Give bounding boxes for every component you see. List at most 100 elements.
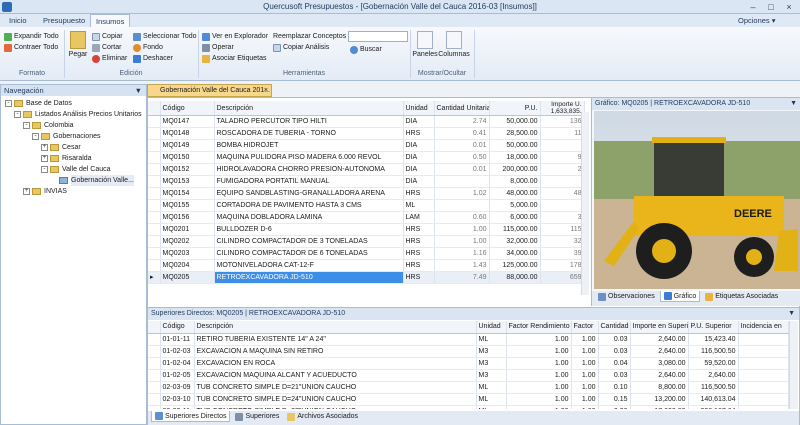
delete-button[interactable]: Eliminar <box>92 53 127 64</box>
cell-pu[interactable]: 28,500.00 <box>489 127 541 140</box>
cell-descripcion[interactable]: RETIRO TUBERIA EXISTENTE 14" A 24" <box>194 333 477 346</box>
cell-cantidad[interactable]: 1.00 <box>434 235 490 248</box>
cell-importe[interactable]: 178 <box>540 259 585 272</box>
cell-incidencia[interactable] <box>738 333 789 346</box>
pin-icon[interactable]: ▼ <box>788 308 795 320</box>
cell-cantidad[interactable]: 1.43 <box>434 259 490 272</box>
cell-unidad[interactable]: M3 <box>476 345 507 358</box>
cell-codigo[interactable]: MQ0149 <box>160 139 215 152</box>
column-header-factor[interactable]: Factor <box>571 321 599 334</box>
cell-factor[interactable]: 1.00 <box>571 381 599 394</box>
cell-cantidad[interactable]: 0.41 <box>434 127 490 140</box>
tree-item-database[interactable]: - Base de Datos <box>5 98 142 109</box>
row-indicator[interactable] <box>148 139 161 152</box>
cell-unidad[interactable]: DIA <box>403 115 435 128</box>
cell-codigo[interactable]: MQ0203 <box>160 247 215 260</box>
tab-archivos[interactable]: Archivos Asociados <box>284 411 361 422</box>
cell-importe-superior[interactable]: 2,640.00 <box>630 369 689 382</box>
cell-incidencia[interactable] <box>738 393 789 406</box>
cell-unidad[interactable]: HRS <box>403 127 435 140</box>
cell-descripcion[interactable]: MOTONIVELADORA CAT-12-F <box>214 259 404 272</box>
cell-importe[interactable]: 2 <box>540 163 585 176</box>
row-indicator[interactable] <box>148 333 161 346</box>
cell-importe[interactable]: 115 <box>540 223 585 236</box>
cell-descripcion[interactable]: RETROEXCAVADORA JD-510 <box>214 271 404 284</box>
cell-unidad[interactable]: DIA <box>403 151 435 164</box>
explorer-button[interactable]: Ver en Explorador <box>202 31 268 42</box>
search-button[interactable]: Buscar <box>350 44 382 55</box>
cell-codigo[interactable]: 01-02-05 <box>160 369 195 382</box>
cell-codigo[interactable]: MQ0156 <box>160 211 215 224</box>
main-grid-scrollbar[interactable] <box>581 112 589 295</box>
cell-factor[interactable]: 1.00 <box>571 393 599 406</box>
columns-button[interactable]: Columnas <box>438 31 470 58</box>
cell-pu[interactable]: 50,000.00 <box>489 115 541 128</box>
tree-item-listados[interactable]: - Listados Análisis Precios Unitarios <box>5 109 142 120</box>
cell-unidad[interactable]: ML <box>476 393 507 406</box>
cell-incidencia[interactable] <box>738 405 789 409</box>
cell-importe[interactable]: 9 <box>540 151 585 164</box>
cell-codigo[interactable]: MQ0155 <box>160 199 215 212</box>
cell-descripcion[interactable]: TUB CONCRETO SIMPLE D=27"UNION CAUCHO <box>194 405 477 409</box>
table-row[interactable]: MQ0201 BULLDOZER D-6 HRS 1.00 115,000.00 115 <box>148 223 585 236</box>
column-header-descripcion[interactable]: Descripción <box>194 321 477 334</box>
column-header-pu-superior[interactable]: P.U. Superior <box>688 321 739 334</box>
cell-unidad[interactable]: LAM <box>403 211 435 224</box>
cell-codigo[interactable]: 01-02-04 <box>160 357 195 370</box>
cell-codigo[interactable]: MQ0205 <box>160 271 215 284</box>
cell-unidad[interactable]: HRS <box>403 223 435 236</box>
document-tab[interactable]: Gobernación Valle del Cauca 201... × <box>147 84 272 97</box>
cell-cantidad[interactable]: 0.03 <box>598 369 631 382</box>
cell-codigo[interactable]: 01-01-11 <box>160 333 195 346</box>
select-all-button[interactable]: Seleccionar Todo <box>133 31 197 42</box>
row-indicator[interactable] <box>148 163 161 176</box>
cell-factor[interactable]: 1.00 <box>571 333 599 346</box>
cell-codigo[interactable]: 02-03-09 <box>160 381 195 394</box>
cell-unidad[interactable]: HRS <box>403 271 435 284</box>
cell-descripcion[interactable]: CILINDRO COMPACTADOR DE 6 TONELADAS <box>214 247 404 260</box>
cell-importe[interactable] <box>540 199 585 212</box>
cell-pu[interactable]: 8,000.00 <box>489 175 541 188</box>
minimize-button[interactable]: – <box>744 1 762 13</box>
cell-pu[interactable]: 18,000.00 <box>489 151 541 164</box>
table-row[interactable]: MQ0153 FUMIGADORA PORTATIL MANUAL DIA 8,000… <box>148 175 585 188</box>
cell-descripcion[interactable]: TUB CONCRETO SIMPLE D=24"UNION CAUCHO <box>194 393 477 406</box>
row-indicator[interactable]: ▸ <box>148 271 161 284</box>
cell-pu-superior[interactable]: 2,640.00 <box>688 369 739 382</box>
cell-importe[interactable]: 11 <box>540 127 585 140</box>
collapse-toggle-icon[interactable]: - <box>23 122 30 129</box>
cell-cantidad[interactable]: 0.01 <box>434 139 490 152</box>
cell-cantidad[interactable]: 0.04 <box>598 357 631 370</box>
cell-factor[interactable]: 1.00 <box>571 357 599 370</box>
cell-pu-superior[interactable]: 140,613.04 <box>688 393 739 406</box>
collapse-toggle-icon[interactable]: - <box>41 166 48 173</box>
cell-pu-superior[interactable]: 116,500.50 <box>688 381 739 394</box>
cell-importe[interactable] <box>540 139 585 152</box>
superiores-scrollbar[interactable] <box>789 321 798 409</box>
background-button[interactable]: Fondo <box>133 42 197 53</box>
table-row[interactable]: MQ0203 CILINDRO COMPACTADOR DE 6 TONELADA… <box>148 247 585 260</box>
cell-codigo[interactable]: MQ0148 <box>160 127 215 140</box>
table-row[interactable]: MQ0147 TALADRO PERCUTOR TIPO HILTI DIA 2.74… <box>148 115 585 128</box>
cell-incidencia[interactable] <box>738 369 789 382</box>
cell-descripcion[interactable]: BULLDOZER D-6 <box>214 223 404 236</box>
cell-factor-rendimiento[interactable]: 1.00 <box>506 381 572 394</box>
table-row[interactable]: 01-02-04 EXCAVACION EN ROCA M3 1.00 1.00 0.04… <box>148 357 789 370</box>
expand-toggle-icon[interactable]: + <box>41 144 48 151</box>
row-indicator[interactable] <box>148 211 161 224</box>
cell-importe[interactable]: 39 <box>540 247 585 260</box>
cell-descripcion[interactable]: EQUIPO SANDBLASTING-GRANALLADORA ARENA <box>214 187 404 200</box>
cell-factor[interactable]: 1.00 <box>571 369 599 382</box>
cell-codigo[interactable]: MQ0150 <box>160 151 215 164</box>
tree-item-colombia[interactable]: - Colombia <box>5 120 142 131</box>
collapse-toggle-icon[interactable]: - <box>5 100 12 107</box>
cell-codigo[interactable]: MQ0154 <box>160 187 215 200</box>
cell-cantidad[interactable]: 0.15 <box>598 393 631 406</box>
cell-codigo[interactable]: MQ0153 <box>160 175 215 188</box>
tree-item-invias[interactable]: + INVIAS <box>5 186 142 197</box>
column-header-unidad[interactable]: Unidad <box>403 101 435 116</box>
row-indicator[interactable] <box>148 235 161 248</box>
row-indicator[interactable] <box>148 381 161 394</box>
cell-pu-superior[interactable]: 116,500.50 <box>688 345 739 358</box>
cell-unidad[interactable]: ML <box>476 381 507 394</box>
